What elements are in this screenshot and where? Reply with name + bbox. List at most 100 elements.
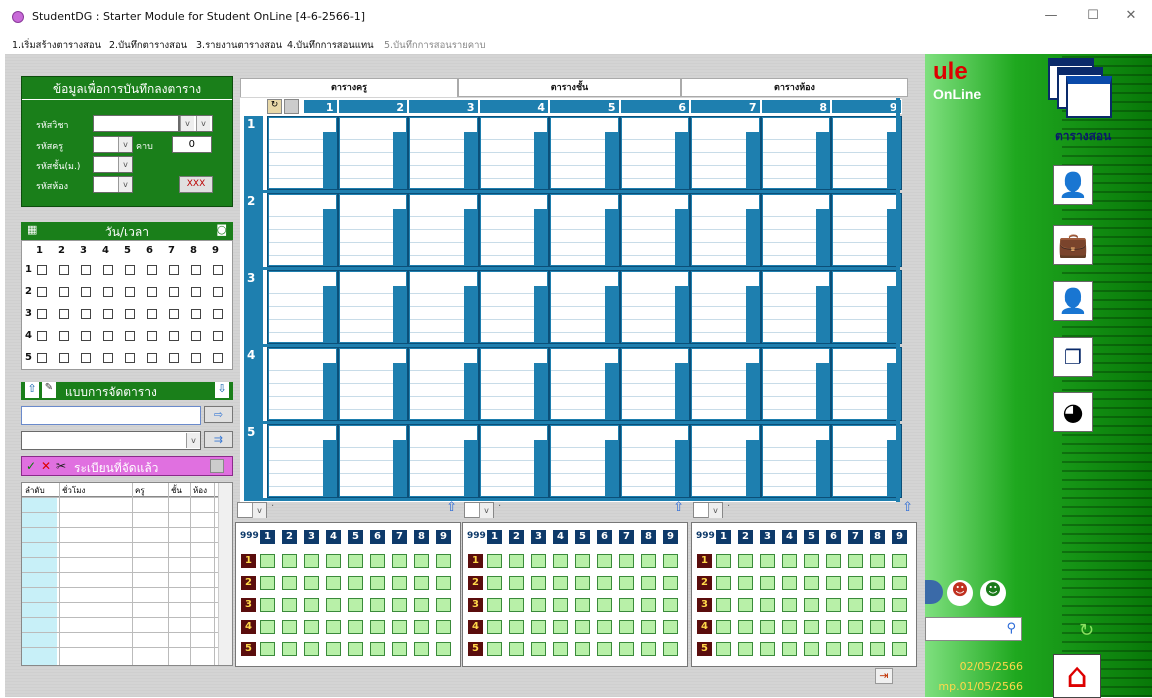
search-icon[interactable]: ⚲ xyxy=(1006,621,1016,636)
menu-item-create[interactable]: 1.เริ่มสร้างตารางสอน xyxy=(12,38,101,53)
availability-cell[interactable] xyxy=(619,642,634,656)
datetime-checkbox[interactable] xyxy=(103,287,113,297)
availability-cell[interactable] xyxy=(848,576,863,590)
grid-cell[interactable] xyxy=(267,347,338,421)
availability-cell[interactable] xyxy=(326,554,341,568)
datetime-checkbox[interactable] xyxy=(81,353,91,363)
availability-cell[interactable] xyxy=(597,620,612,634)
menu-item-report[interactable]: 3.รายงานตารางสอน xyxy=(196,38,282,53)
availability-cell[interactable] xyxy=(370,554,385,568)
availability-cell[interactable] xyxy=(370,642,385,656)
availability-cell[interactable] xyxy=(304,554,319,568)
availability-cell[interactable] xyxy=(597,598,612,612)
availability-cell[interactable] xyxy=(414,598,429,612)
refresh-icon[interactable]: ↻ xyxy=(1079,620,1094,641)
availability-cell[interactable] xyxy=(848,642,863,656)
availability-cell[interactable] xyxy=(304,576,319,590)
grid-cell[interactable] xyxy=(690,116,761,190)
availability-cell[interactable] xyxy=(260,642,275,656)
availability-cell[interactable] xyxy=(738,642,753,656)
availability-cell[interactable] xyxy=(436,620,451,634)
availability-cell[interactable] xyxy=(892,576,907,590)
apply-pattern-button[interactable]: ⇨ xyxy=(204,406,233,423)
grid-cell[interactable] xyxy=(690,424,761,498)
grid-cell[interactable] xyxy=(690,347,761,421)
class-select[interactable]: v xyxy=(93,156,133,173)
availability-cell[interactable] xyxy=(326,620,341,634)
datetime-checkbox[interactable] xyxy=(103,353,113,363)
availability-cell[interactable] xyxy=(282,620,297,634)
availability-cell[interactable] xyxy=(348,620,363,634)
availability-cell[interactable] xyxy=(826,642,841,656)
grid-cell[interactable] xyxy=(549,424,620,498)
availability-cell[interactable] xyxy=(487,576,502,590)
availability-cell[interactable] xyxy=(760,598,775,612)
bottom-select[interactable]: v xyxy=(464,502,494,518)
grid-cell[interactable] xyxy=(690,270,761,344)
grid-cell[interactable] xyxy=(831,116,902,190)
subject-dropdown[interactable]: vv xyxy=(179,115,213,132)
availability-cell[interactable] xyxy=(531,620,546,634)
grid-cell[interactable] xyxy=(408,193,479,267)
datetime-checkbox[interactable] xyxy=(191,265,201,275)
datetime-checkbox[interactable] xyxy=(169,309,179,319)
availability-cell[interactable] xyxy=(716,554,731,568)
room-select[interactable]: v xyxy=(93,176,133,193)
availability-cell[interactable] xyxy=(487,554,502,568)
up-arrow-icon[interactable]: ⇧ xyxy=(902,500,913,515)
availability-cell[interactable] xyxy=(326,598,341,612)
availability-cell[interactable] xyxy=(348,576,363,590)
scissors-icon[interactable]: ✂ xyxy=(56,459,66,473)
availability-cell[interactable] xyxy=(531,576,546,590)
availability-cell[interactable] xyxy=(716,642,731,656)
availability-cell[interactable] xyxy=(716,598,731,612)
availability-cell[interactable] xyxy=(282,598,297,612)
check-icon[interactable]: ✓ xyxy=(26,459,36,473)
availability-cell[interactable] xyxy=(260,554,275,568)
grid-cell[interactable] xyxy=(337,347,408,421)
availability-cell[interactable] xyxy=(870,554,885,568)
datetime-checkbox[interactable] xyxy=(59,331,69,341)
availability-cell[interactable] xyxy=(509,598,524,612)
availability-cell[interactable] xyxy=(848,620,863,634)
availability-cell[interactable] xyxy=(804,554,819,568)
availability-cell[interactable] xyxy=(892,620,907,634)
availability-cell[interactable] xyxy=(619,576,634,590)
availability-cell[interactable] xyxy=(487,620,502,634)
availability-cell[interactable] xyxy=(575,598,590,612)
availability-cell[interactable] xyxy=(531,642,546,656)
teacher-icon[interactable]: 👤 xyxy=(1053,165,1093,205)
exit-icon[interactable]: ⇥ xyxy=(875,668,893,684)
availability-cell[interactable] xyxy=(760,620,775,634)
grid-cell[interactable] xyxy=(831,193,902,267)
datetime-checkbox[interactable] xyxy=(191,353,201,363)
availability-cell[interactable] xyxy=(553,598,568,612)
grid-cell[interactable] xyxy=(831,424,902,498)
datetime-checkbox[interactable] xyxy=(81,309,91,319)
datetime-checkbox[interactable] xyxy=(213,353,223,363)
availability-cell[interactable] xyxy=(663,598,678,612)
datetime-checkbox[interactable] xyxy=(125,287,135,297)
availability-cell[interactable] xyxy=(553,620,568,634)
datetime-checkbox[interactable] xyxy=(169,287,179,297)
availability-cell[interactable] xyxy=(414,576,429,590)
datetime-checkbox[interactable] xyxy=(191,287,201,297)
delete-icon[interactable]: ✕ xyxy=(41,459,51,473)
down-arrow-icon[interactable]: ⇩ xyxy=(215,382,229,398)
bottom-select[interactable]: v xyxy=(237,502,267,518)
grid-cell[interactable] xyxy=(408,116,479,190)
availability-cell[interactable] xyxy=(436,642,451,656)
scrollbar[interactable] xyxy=(218,483,232,665)
availability-cell[interactable] xyxy=(304,642,319,656)
availability-cell[interactable] xyxy=(804,576,819,590)
availability-cell[interactable] xyxy=(663,576,678,590)
availability-cell[interactable] xyxy=(509,554,524,568)
datetime-checkbox[interactable] xyxy=(37,287,47,297)
availability-cell[interactable] xyxy=(716,576,731,590)
clear-button[interactable]: XXX xyxy=(179,176,213,193)
windows-icon[interactable]: ❐ xyxy=(1053,337,1093,377)
availability-cell[interactable] xyxy=(326,642,341,656)
datetime-checkbox[interactable] xyxy=(147,309,157,319)
availability-cell[interactable] xyxy=(826,598,841,612)
availability-cell[interactable] xyxy=(370,598,385,612)
